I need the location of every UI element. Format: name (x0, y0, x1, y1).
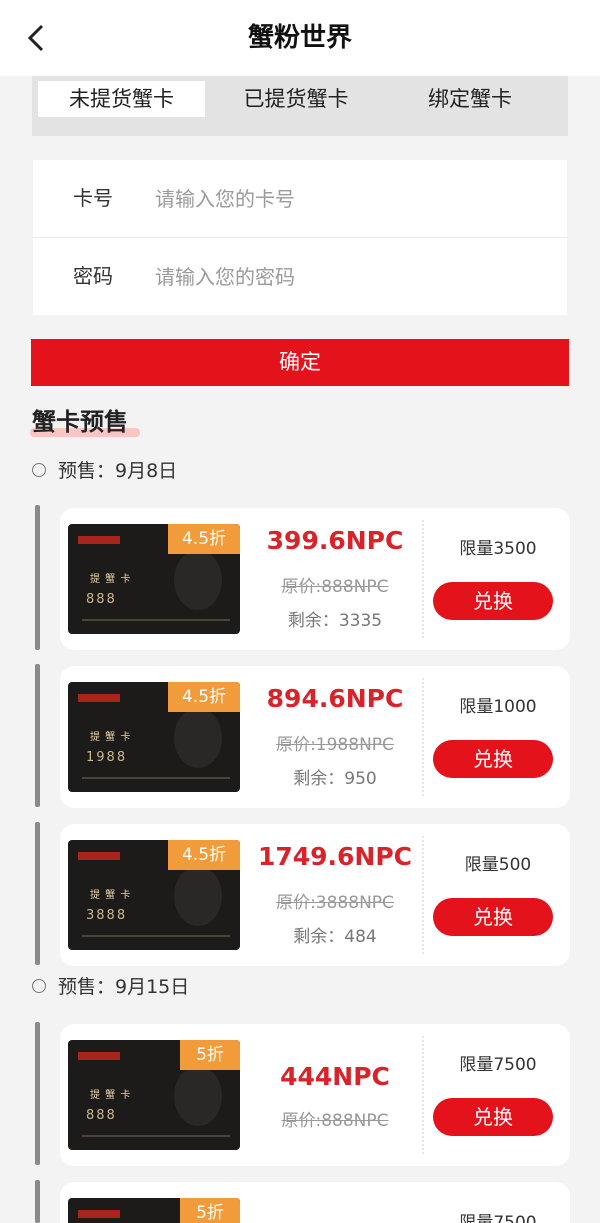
brand-logo (78, 536, 120, 544)
tab-bar: 未提货蟹卡 已提货蟹卡 绑定蟹卡 (32, 76, 568, 136)
sale-price: 894.6NPC (266, 684, 404, 713)
limit-quantity: 限量500 (464, 855, 532, 875)
card-decoration (174, 1066, 222, 1126)
crab-card-image: 5折 (68, 1198, 240, 1223)
discount-badge: 4.5折 (168, 682, 240, 712)
original-price: 原价:3888NPC (276, 893, 394, 913)
ticket-divider (422, 1036, 424, 1154)
card-item: 提 蟹 卡 3888 4.5折 1749.6NPC 原价:3888NPC 剩余：… (60, 824, 570, 966)
confirm-button[interactable]: 确定 (31, 339, 569, 386)
crab-card-image: 提 蟹 卡 888 4.5折 (68, 524, 240, 634)
crab-card-image: 提 蟹 卡 3888 4.5折 (68, 840, 240, 950)
timeline-bar (35, 822, 40, 965)
discount-badge: 4.5折 (168, 524, 240, 554)
card-number-label: 卡号 (73, 186, 113, 210)
password-input[interactable] (153, 256, 537, 298)
limit-quantity: 限量7500 (459, 1213, 537, 1223)
presale-date: 预售：9月15日 (58, 976, 190, 998)
ticket-divider (422, 836, 424, 954)
sale-price: 444NPC (280, 1062, 390, 1091)
brand-logo (78, 1210, 120, 1218)
card-item: 提 蟹 卡 1988 4.5折 894.6NPC 原价:1988NPC 剩余：9… (60, 666, 570, 808)
card-name: 提 蟹 卡 (90, 1090, 132, 1101)
section-title: 蟹卡预售 (32, 408, 128, 436)
page-title: 蟹粉世界 (247, 23, 352, 53)
timeline-circle-icon (32, 463, 46, 477)
original-price: 原价:888NPC (281, 1111, 389, 1131)
ticket-divider (422, 678, 424, 796)
card-decoration (174, 550, 222, 610)
timeline-bar (35, 664, 40, 807)
remaining-count: 剩余：3335 (287, 611, 383, 631)
password-label: 密码 (73, 264, 113, 288)
exchange-button[interactable]: 兑换 (433, 582, 553, 620)
crab-card-image: 提 蟹 卡 1988 4.5折 (68, 682, 240, 792)
card-divider (82, 777, 230, 779)
timeline-bar (35, 505, 40, 650)
card-decoration (174, 708, 222, 768)
timeline-bar (35, 1022, 40, 1165)
limit-quantity: 限量1000 (459, 697, 537, 717)
card-number-input[interactable] (153, 178, 537, 220)
limit-quantity: 限量7500 (459, 1055, 537, 1075)
timeline-circle-icon (32, 979, 46, 993)
original-price: 原价:888NPC (281, 577, 389, 597)
card-item: 提 蟹 卡 888 5折 444NPC 原价:888NPC 限量7500 兑换 (60, 1024, 570, 1166)
discount-badge: 5折 (180, 1040, 240, 1070)
tab-unpicked[interactable]: 未提货蟹卡 (38, 81, 205, 117)
discount-badge: 4.5折 (168, 840, 240, 870)
exchange-button[interactable]: 兑换 (433, 740, 553, 778)
brand-logo (78, 852, 120, 860)
tab-bind[interactable]: 绑定蟹卡 (384, 81, 556, 117)
card-decoration (174, 866, 222, 926)
card-divider (82, 1135, 230, 1137)
card-number: 1988 (86, 750, 128, 765)
card-item: 提 蟹 卡 888 4.5折 399.6NPC 原价:888NPC 剩余：333… (60, 508, 570, 650)
sale-price: 1749.6NPC (257, 842, 413, 871)
card-item: 5折 限量7500 (60, 1182, 570, 1223)
card-name: 提 蟹 卡 (90, 890, 132, 901)
password-row: 密码 (33, 238, 567, 315)
exchange-button[interactable]: 兑换 (433, 1098, 553, 1136)
card-number-row: 卡号 (33, 160, 567, 238)
presale-date: 预售：9月8日 (58, 460, 178, 482)
card-divider (82, 935, 230, 937)
card-name: 提 蟹 卡 (90, 732, 132, 743)
card-form: 卡号 密码 (33, 160, 567, 315)
card-divider (82, 619, 230, 621)
brand-logo (78, 1052, 120, 1060)
card-number: 888 (86, 1108, 117, 1123)
crab-card-image: 提 蟹 卡 888 5折 (68, 1040, 240, 1150)
remaining-count: 剩余：950 (293, 769, 377, 789)
limit-quantity: 限量3500 (459, 539, 537, 559)
timeline-bar (35, 1180, 40, 1223)
sale-price: 399.6NPC (266, 526, 404, 555)
discount-badge: 5折 (180, 1198, 240, 1223)
card-number: 888 (86, 592, 117, 607)
original-price: 原价:1988NPC (276, 735, 394, 755)
exchange-button[interactable]: 兑换 (433, 898, 553, 936)
ticket-divider (422, 520, 424, 638)
tab-picked[interactable]: 已提货蟹卡 (210, 81, 382, 117)
card-name: 提 蟹 卡 (90, 574, 132, 585)
remaining-count: 剩余：484 (293, 927, 377, 947)
brand-logo (78, 694, 120, 702)
card-number: 3888 (86, 908, 128, 923)
